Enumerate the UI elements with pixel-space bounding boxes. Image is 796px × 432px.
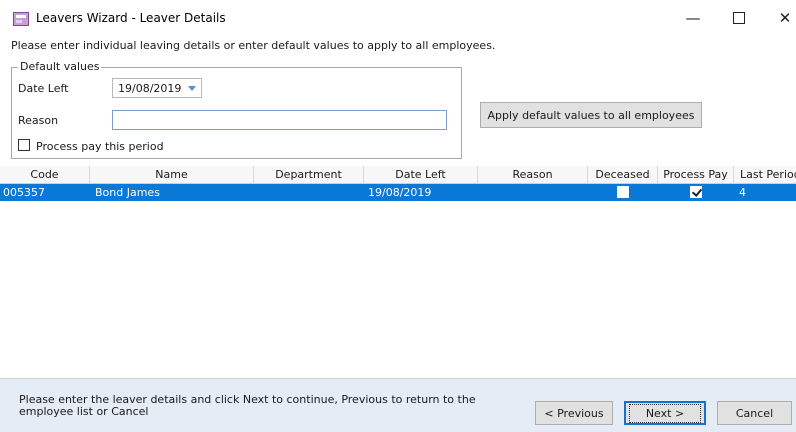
title-bar: Leavers Wizard - Leaver Details — ✕: [0, 0, 796, 36]
column-header-last-period[interactable]: Last Period: [734, 166, 796, 183]
cell-deceased-checkbox[interactable]: [617, 186, 629, 198]
column-header-deceased[interactable]: Deceased: [588, 166, 658, 183]
next-button[interactable]: Next >: [624, 401, 706, 425]
window-title: Leavers Wizard - Leaver Details: [36, 11, 226, 25]
checkmark-icon: [691, 186, 703, 197]
maximize-icon: [733, 12, 745, 24]
column-header-reason[interactable]: Reason: [478, 166, 588, 183]
process-pay-label[interactable]: Process pay this period: [36, 140, 164, 153]
date-left-value: 19/08/2019: [118, 82, 182, 95]
reason-label: Reason: [18, 114, 59, 127]
cell-process-pay-checkbox[interactable]: [690, 186, 703, 198]
apply-defaults-button[interactable]: Apply default values to all employees: [480, 102, 702, 128]
cell-department[interactable]: [254, 184, 364, 201]
chevron-down-icon[interactable]: [188, 86, 196, 91]
next-button-label: Next >: [628, 403, 702, 423]
table-row[interactable]: 005357 Bond James 19/08/2019 4: [0, 184, 796, 201]
default-values-legend: Default values: [18, 60, 102, 73]
close-button[interactable]: ✕: [762, 0, 796, 36]
column-header-date-left[interactable]: Date Left: [364, 166, 478, 183]
date-left-label: Date Left: [18, 82, 69, 95]
column-header-process-pay[interactable]: Process Pay: [658, 166, 734, 183]
cell-name[interactable]: Bond James: [92, 184, 254, 201]
process-pay-checkbox[interactable]: [18, 139, 30, 151]
previous-button[interactable]: < Previous: [535, 401, 613, 425]
cell-reason[interactable]: [478, 184, 588, 201]
maximize-button[interactable]: [716, 0, 762, 36]
minimize-icon: —: [685, 9, 701, 27]
reason-input[interactable]: [112, 110, 447, 130]
column-header-department[interactable]: Department: [254, 166, 364, 183]
cell-date-left[interactable]: 19/08/2019: [365, 184, 478, 201]
minimize-button[interactable]: —: [670, 0, 716, 36]
app-icon: [13, 12, 29, 26]
column-header-code[interactable]: Code: [0, 166, 90, 183]
instructions-text: Please enter individual leaving details …: [11, 39, 496, 52]
cell-code[interactable]: 005357: [0, 184, 90, 201]
footer-message: Please enter the leaver details and clic…: [19, 393, 476, 418]
cell-last-period[interactable]: 4: [736, 184, 796, 201]
cancel-button[interactable]: Cancel: [717, 401, 792, 425]
column-header-name[interactable]: Name: [90, 166, 254, 183]
grid-header: Code Name Department Date Left Reason De…: [0, 166, 796, 184]
close-icon: ✕: [778, 9, 792, 27]
date-left-picker[interactable]: 19/08/2019: [112, 78, 202, 98]
